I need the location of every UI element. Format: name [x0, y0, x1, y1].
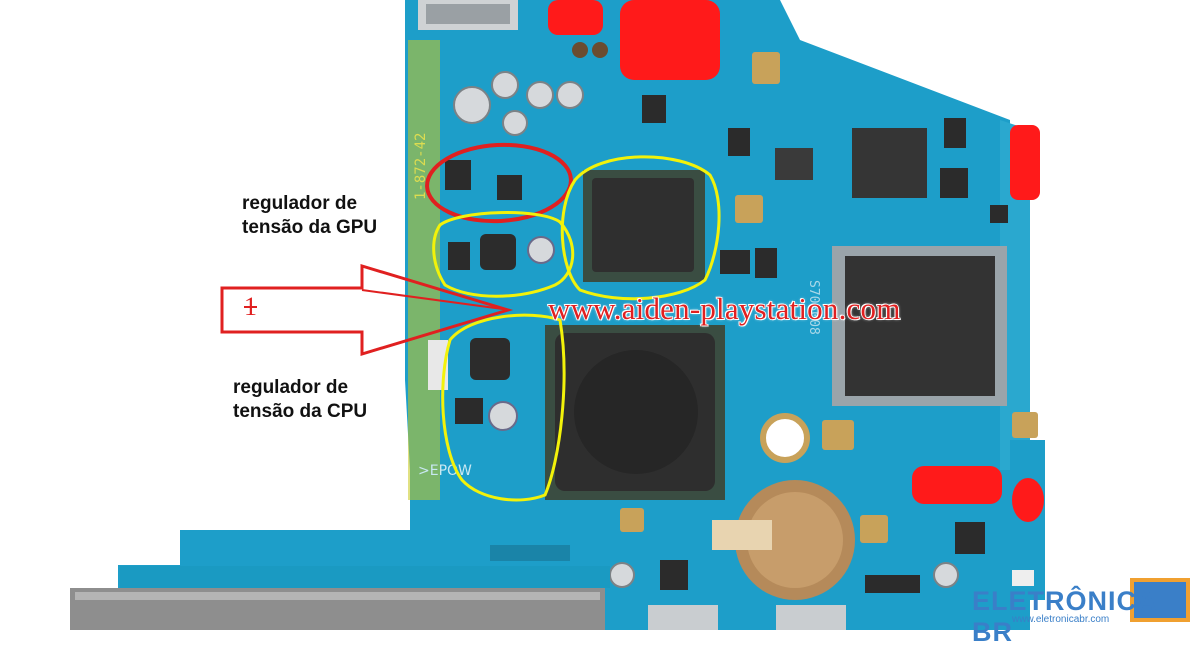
- arrow-marker-number: 1: [244, 292, 257, 321]
- gpu-label-line2: tensão da GPU: [242, 217, 378, 238]
- gpu-label-line1: regulador de: [242, 193, 358, 214]
- cpu-regulator-label: regulador de tensão da CPU: [233, 376, 367, 424]
- redacted-blob: [1010, 125, 1040, 200]
- gpu-chip: [583, 170, 705, 282]
- cpu-chip: [545, 325, 725, 500]
- redacted-blob: [1012, 478, 1044, 522]
- cpu-label-line1: regulador de: [233, 377, 349, 398]
- gpu-regulator-label: regulador de tensão da GPU: [242, 192, 377, 240]
- redacted-blob: [548, 0, 603, 35]
- mounting-hole: [760, 413, 810, 463]
- cpu-label-line2: tensão da CPU: [233, 401, 368, 422]
- svg-text:>EPOW: >EPOW: [418, 463, 472, 479]
- redacted-blob: [620, 0, 720, 80]
- watermark-url: www.aiden-playstation.com: [547, 290, 901, 327]
- redacted-blob: [912, 466, 1002, 504]
- logo-url-text: www.eletronicabr.com: [1012, 614, 1110, 625]
